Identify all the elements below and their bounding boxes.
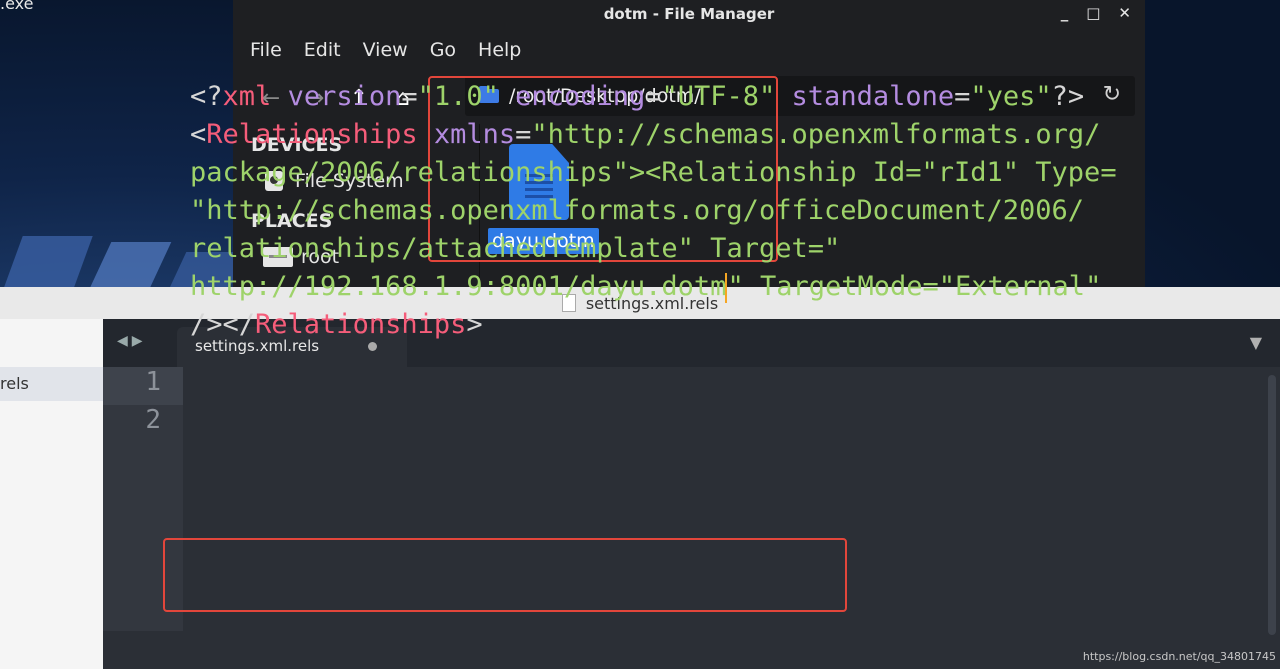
code-line[interactable]: /></Relationships>: [190, 306, 1260, 344]
file-manager-titlebar[interactable]: dotm - File Manager _ □ ✕: [233, 0, 1145, 28]
desktop-icon-label[interactable]: .exe: [0, 0, 33, 13]
code-line[interactable]: http://192.168.1.9:8001/dayu.dotm" Targe…: [190, 268, 1260, 306]
close-button[interactable]: ✕: [1118, 4, 1131, 22]
maximize-button[interactable]: □: [1086, 4, 1100, 22]
tab-nav-arrows-icon[interactable]: ◀▶: [117, 333, 147, 349]
menu-edit[interactable]: Edit: [304, 39, 341, 61]
editor-sidebar: rels: [0, 319, 103, 669]
menu-view[interactable]: View: [363, 39, 408, 61]
code-line[interactable]: "http://schemas.openxmlformats.org/offic…: [190, 192, 1260, 230]
code-line[interactable]: <Relationships xmlns="http://schemas.ope…: [190, 116, 1260, 154]
menu-file[interactable]: File: [250, 39, 282, 61]
watermark: https://blog.csdn.net/qq_34801745: [1082, 650, 1276, 663]
minimize-button[interactable]: _: [1061, 4, 1069, 22]
menu-help[interactable]: Help: [478, 39, 521, 61]
menu-go[interactable]: Go: [430, 39, 456, 61]
code-line[interactable]: relationships/attachedTemplate" Target=": [190, 230, 1260, 268]
sidebar-file-item[interactable]: rels: [0, 367, 103, 401]
highlight-box-target: [163, 538, 847, 612]
code-line[interactable]: <?xml version="1.0" encoding="UTF-8" sta…: [190, 78, 1260, 116]
line-number: 1: [145, 367, 161, 397]
menu-bar: File Edit View Go Help: [233, 28, 1145, 72]
window-title: dotm - File Manager: [603, 5, 775, 23]
code-area[interactable]: <?xml version="1.0" encoding="UTF-8" sta…: [190, 78, 1260, 344]
code-line[interactable]: package/2006/relationships"><Relationshi…: [190, 154, 1260, 192]
scrollbar[interactable]: [1268, 375, 1276, 635]
line-number: 2: [145, 405, 161, 435]
